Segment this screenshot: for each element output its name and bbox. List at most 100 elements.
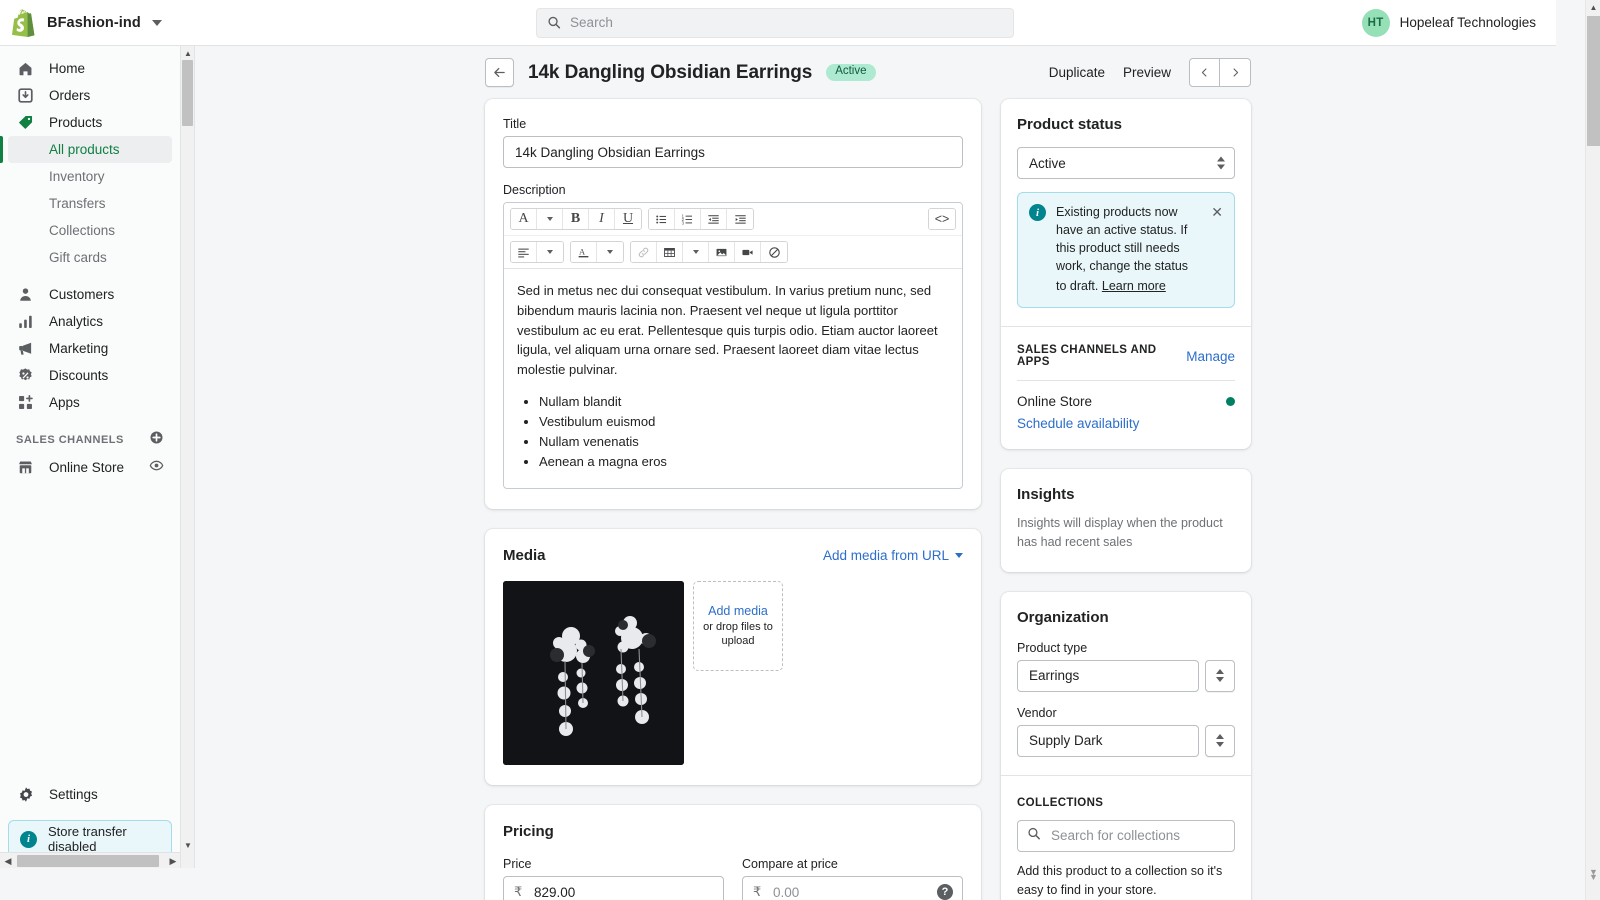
compare-price-input[interactable] bbox=[742, 876, 963, 900]
vendor-input[interactable] bbox=[1017, 724, 1199, 757]
add-media-dropzone[interactable]: Add media or drop files to upload bbox=[693, 581, 783, 672]
sidebar-item-products[interactable]: Products bbox=[8, 109, 172, 136]
sales-channels-title: SALES CHANNELS bbox=[16, 434, 124, 446]
schedule-availability-link[interactable]: Schedule availability bbox=[1017, 416, 1235, 431]
preview-button[interactable]: Preview bbox=[1123, 65, 1171, 80]
product-type-input[interactable] bbox=[1017, 659, 1199, 692]
sidebar-item-label: Home bbox=[49, 61, 86, 76]
insert-table-dropdown-button[interactable] bbox=[683, 242, 709, 262]
scrollbar-thumb[interactable] bbox=[182, 60, 193, 126]
secondary-column: Product status i Existing products no bbox=[1001, 99, 1251, 900]
account-menu[interactable]: HT Hopeleaf Technologies bbox=[1361, 0, 1556, 45]
add-media-from-url-button[interactable]: Add media from URL bbox=[823, 548, 963, 563]
insert-table-button[interactable] bbox=[657, 242, 683, 262]
manage-channels-button[interactable]: Manage bbox=[1186, 349, 1235, 364]
sidebar-horizontal-scrollbar[interactable]: ◀ ▶ bbox=[0, 852, 180, 868]
underline-button[interactable]: U bbox=[615, 209, 641, 229]
sidebar-item-customers[interactable]: Customers bbox=[8, 281, 172, 308]
global-search-box[interactable] bbox=[535, 7, 1014, 38]
insights-title: Insights bbox=[1017, 486, 1075, 504]
pricing-card: Pricing Price ₹ Compare at price bbox=[485, 805, 981, 900]
italic-button[interactable]: I bbox=[589, 209, 615, 229]
title-input[interactable] bbox=[503, 136, 963, 168]
numbered-list-button[interactable]: 123 bbox=[675, 209, 701, 229]
insert-video-button[interactable] bbox=[735, 242, 761, 262]
media-card: Media Add media from URL Add media or dr… bbox=[485, 529, 981, 786]
scrollbar-thumb[interactable] bbox=[17, 855, 159, 867]
shopify-admin-app: BFashion-ind HT Hopeleaf Technologies bbox=[0, 0, 1600, 900]
product-image-thumbnail[interactable] bbox=[503, 581, 684, 766]
vendor-select-button[interactable] bbox=[1205, 724, 1235, 757]
learn-more-link[interactable]: Learn more bbox=[1102, 278, 1166, 296]
sidebar-item-orders[interactable]: Orders bbox=[8, 82, 172, 109]
product-status-select[interactable] bbox=[1017, 147, 1235, 179]
scroll-up-icon[interactable]: ▲ bbox=[1586, 0, 1600, 15]
scroll-right-icon[interactable]: ▶ bbox=[165, 853, 180, 868]
sidebar-item-gift-cards[interactable]: Gift cards bbox=[8, 244, 172, 271]
previous-product-button[interactable] bbox=[1189, 58, 1220, 87]
product-status-title: Product status bbox=[1017, 116, 1123, 133]
sidebar-vertical-scrollbar[interactable]: ▲ ▼ bbox=[181, 46, 195, 868]
collections-search-input[interactable] bbox=[1017, 819, 1235, 852]
sidebar-item-home[interactable]: Home bbox=[8, 55, 172, 82]
sidebar-item-all-products[interactable]: All products bbox=[8, 136, 172, 163]
description-content[interactable]: Sed in metus nec dui consequat vestibulu… bbox=[504, 269, 962, 488]
text-color-dropdown-button[interactable] bbox=[597, 242, 623, 262]
store-switcher[interactable]: BFashion-ind bbox=[0, 0, 188, 45]
duplicate-button[interactable]: Duplicate bbox=[1049, 65, 1105, 80]
chevron-down-icon[interactable] bbox=[151, 19, 162, 26]
close-icon[interactable]: ✕ bbox=[1211, 204, 1223, 295]
text-color-button[interactable]: A bbox=[571, 242, 597, 262]
sidebar-item-apps[interactable]: Apps bbox=[8, 389, 172, 416]
top-bar: BFashion-ind HT Hopeleaf Technologies bbox=[0, 0, 1556, 46]
resize-grip-icon[interactable]: ▼ ▼ bbox=[1589, 868, 1598, 882]
sidebar-item-analytics[interactable]: Analytics bbox=[8, 308, 172, 335]
font-style-dropdown-button[interactable] bbox=[537, 209, 563, 229]
sidebar-item-inventory[interactable]: Inventory bbox=[8, 163, 172, 190]
product-pager bbox=[1189, 58, 1251, 87]
back-button[interactable] bbox=[485, 58, 514, 87]
organization-card: Organization Product type Earrings Vendo… bbox=[1001, 591, 1251, 900]
next-product-button[interactable] bbox=[1220, 58, 1251, 87]
clear-formatting-button[interactable] bbox=[761, 242, 787, 262]
scroll-left-icon[interactable]: ◀ bbox=[0, 853, 16, 868]
page-vertical-scrollbar[interactable]: ▲ ▼ ▼ bbox=[1585, 0, 1600, 900]
sidebar-item-settings[interactable]: Settings bbox=[8, 781, 172, 808]
align-dropdown-button[interactable] bbox=[537, 242, 563, 262]
price-input[interactable] bbox=[503, 876, 724, 900]
chevron-left-icon bbox=[1201, 68, 1207, 77]
insert-link-button[interactable] bbox=[631, 242, 657, 262]
home-icon bbox=[16, 59, 35, 78]
outdent-button[interactable] bbox=[701, 209, 727, 229]
bold-button[interactable]: B bbox=[563, 209, 589, 229]
insert-image-button[interactable] bbox=[709, 242, 735, 262]
sidebar-item-online-store[interactable]: Online Store bbox=[8, 454, 172, 481]
show-html-button[interactable]: <> bbox=[929, 209, 955, 229]
sidebar-item-label: Products bbox=[49, 115, 103, 130]
bulleted-list-button[interactable] bbox=[649, 209, 675, 229]
scroll-down-icon[interactable]: ▼ bbox=[181, 838, 195, 852]
sidebar-item-transfers[interactable]: Transfers bbox=[8, 190, 172, 217]
search-icon bbox=[548, 16, 560, 29]
store-transfer-label: Store transfer disabled bbox=[48, 824, 127, 854]
product-type-select-button[interactable] bbox=[1205, 659, 1235, 692]
font-style-button[interactable]: A bbox=[511, 209, 537, 229]
add-sales-channel-icon[interactable] bbox=[149, 430, 164, 450]
sidebar-item-discounts[interactable]: Discounts bbox=[8, 362, 172, 389]
sidebar-item-collections[interactable]: Collections bbox=[8, 217, 172, 244]
vendor-label: Vendor bbox=[1017, 705, 1057, 720]
compare-price-field-group: Compare at price ₹ ? bbox=[742, 857, 963, 900]
chevron-down-icon bbox=[692, 250, 699, 254]
sidebar-item-marketing[interactable]: Marketing bbox=[8, 335, 172, 362]
help-icon[interactable]: ? bbox=[937, 884, 953, 900]
chevron-down-icon bbox=[546, 217, 553, 221]
online-store-row: Online Store bbox=[1017, 394, 1235, 409]
scrollbar-thumb[interactable] bbox=[1587, 16, 1600, 146]
indent-button[interactable] bbox=[727, 209, 753, 229]
align-button[interactable] bbox=[511, 242, 537, 262]
search-input[interactable] bbox=[570, 15, 1003, 30]
scroll-up-icon[interactable]: ▲ bbox=[181, 46, 195, 60]
product-status-select-wrap bbox=[1017, 147, 1235, 179]
gear-icon bbox=[16, 785, 35, 804]
preview-store-eye-icon[interactable] bbox=[149, 458, 164, 478]
